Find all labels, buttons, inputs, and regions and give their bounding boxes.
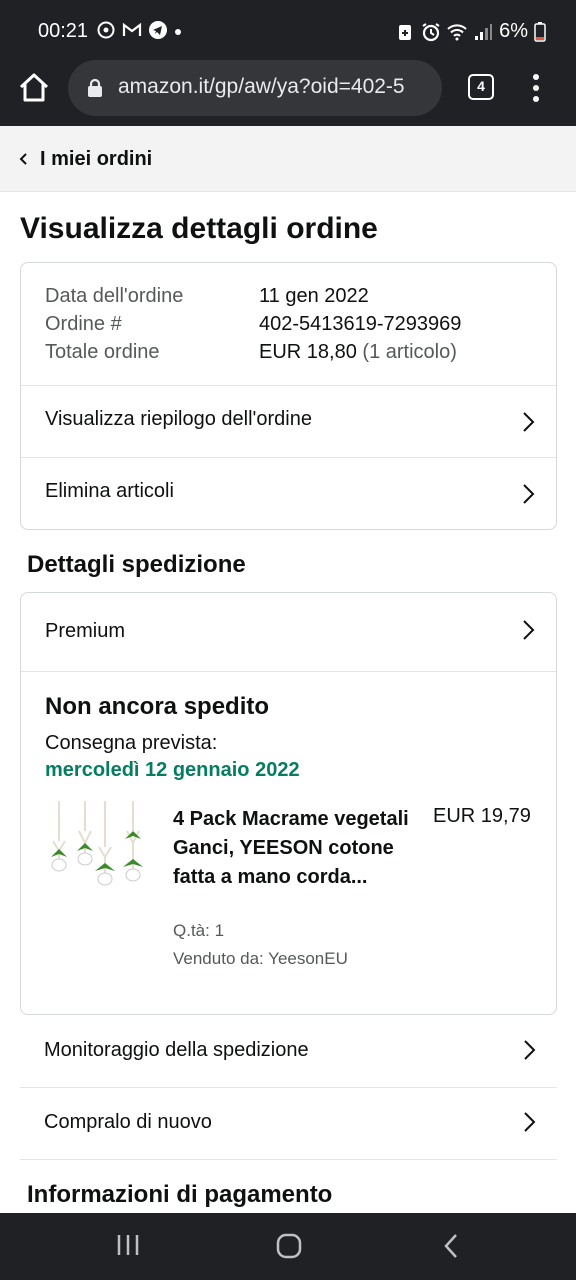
back-button-icon[interactable] xyxy=(442,1233,460,1259)
system-navigation-bar xyxy=(0,1213,576,1280)
page-title: Visualizza dettagli ordine xyxy=(20,212,378,245)
shipment-card: Premium Non ancora spedito Consegna prev… xyxy=(20,592,557,1015)
product-price: EUR 19,79 xyxy=(433,805,531,827)
shipping-type-label: Premium xyxy=(45,620,126,642)
home-icon[interactable] xyxy=(16,70,52,106)
product-seller: Venduto da: YeesonEU xyxy=(173,949,348,968)
buy-again-row[interactable]: Compralo di nuovo xyxy=(20,1088,557,1160)
chevron-right-icon xyxy=(524,1040,536,1060)
order-number-value: 402-5413619-7293969 xyxy=(259,313,462,335)
shipping-section-title: Dettagli spedizione xyxy=(27,551,246,578)
telegram-icon xyxy=(149,21,167,39)
tab-switcher-button[interactable]: 4 xyxy=(468,74,494,100)
browser-toolbar: amazon.it/gp/aw/ya?oid=402-5 4 xyxy=(0,60,576,126)
expected-delivery-label: Consegna prevista: xyxy=(45,732,218,754)
wifi-icon xyxy=(447,23,467,40)
battery-icon xyxy=(534,21,546,42)
signal-icon xyxy=(475,23,493,40)
back-link-my-orders[interactable]: I miei ordini xyxy=(40,148,152,171)
divider xyxy=(21,671,556,672)
order-date-value: 11 gen 2022 xyxy=(259,285,369,307)
dot-icon xyxy=(175,29,181,35)
delete-items-label: Elimina articoli xyxy=(45,480,174,502)
order-total-amount: EUR 18,80 xyxy=(259,341,357,363)
chevron-right-icon xyxy=(524,1112,536,1132)
status-bar: 00:21 6% xyxy=(0,0,576,60)
order-summary-card: Data dell'ordine 11 gen 2022 Ordine # 40… xyxy=(20,262,557,530)
status-time: 00:21 xyxy=(38,20,89,42)
notification-icons xyxy=(96,20,182,40)
track-shipment-label: Monitoraggio della spedizione xyxy=(44,1039,309,1061)
home-button-icon[interactable] xyxy=(276,1233,302,1259)
chevron-right-icon xyxy=(523,412,535,432)
order-total-label: Totale ordine xyxy=(45,341,160,363)
chevron-right-icon xyxy=(523,620,535,640)
chevron-left-icon xyxy=(19,153,27,165)
shipment-status: Non ancora spedito xyxy=(45,693,270,720)
shipping-type-row[interactable]: Premium xyxy=(21,593,556,671)
buy-again-label: Compralo di nuovo xyxy=(44,1111,212,1133)
order-total-value: EUR 18,80 (1 articolo) xyxy=(259,341,457,364)
order-number-label: Ordine # xyxy=(45,313,122,335)
gmail-icon xyxy=(122,22,142,36)
view-order-summary-label: Visualizza riepilogo dell'ordine xyxy=(45,408,312,430)
order-date-label: Data dell'ordine xyxy=(45,285,184,307)
view-order-summary-row[interactable]: Visualizza riepilogo dell'ordine xyxy=(21,385,556,457)
lock-icon[interactable] xyxy=(86,78,104,98)
payment-section-title: Informazioni di pagamento xyxy=(27,1181,333,1208)
battery-percentage: 6% xyxy=(499,20,528,42)
alarm-icon xyxy=(422,22,440,41)
recent-apps-icon[interactable] xyxy=(116,1233,140,1257)
delete-items-row[interactable]: Elimina articoli xyxy=(21,457,556,530)
url-text[interactable]: amazon.it/gp/aw/ya?oid=402-5 xyxy=(118,75,405,99)
back-navigation[interactable]: I miei ordini xyxy=(0,126,576,192)
address-bar[interactable]: amazon.it/gp/aw/ya?oid=402-5 xyxy=(68,60,442,116)
whatsapp-icon xyxy=(97,21,115,39)
battery-saver-icon xyxy=(399,24,412,40)
order-total-items: (1 articolo) xyxy=(362,341,457,363)
product-title-link[interactable]: 4 Pack Macrame vegetali Ganci, YEESON co… xyxy=(173,805,413,892)
more-menu-icon[interactable] xyxy=(528,72,544,104)
system-icons: 6% xyxy=(395,20,546,43)
track-shipment-row[interactable]: Monitoraggio della spedizione xyxy=(20,1016,557,1088)
product-quantity: Q.tà: 1 xyxy=(173,921,225,940)
expected-delivery-date: mercoledì 12 gennaio 2022 xyxy=(45,759,300,781)
chevron-right-icon xyxy=(523,484,535,504)
product-image[interactable] xyxy=(45,801,153,909)
